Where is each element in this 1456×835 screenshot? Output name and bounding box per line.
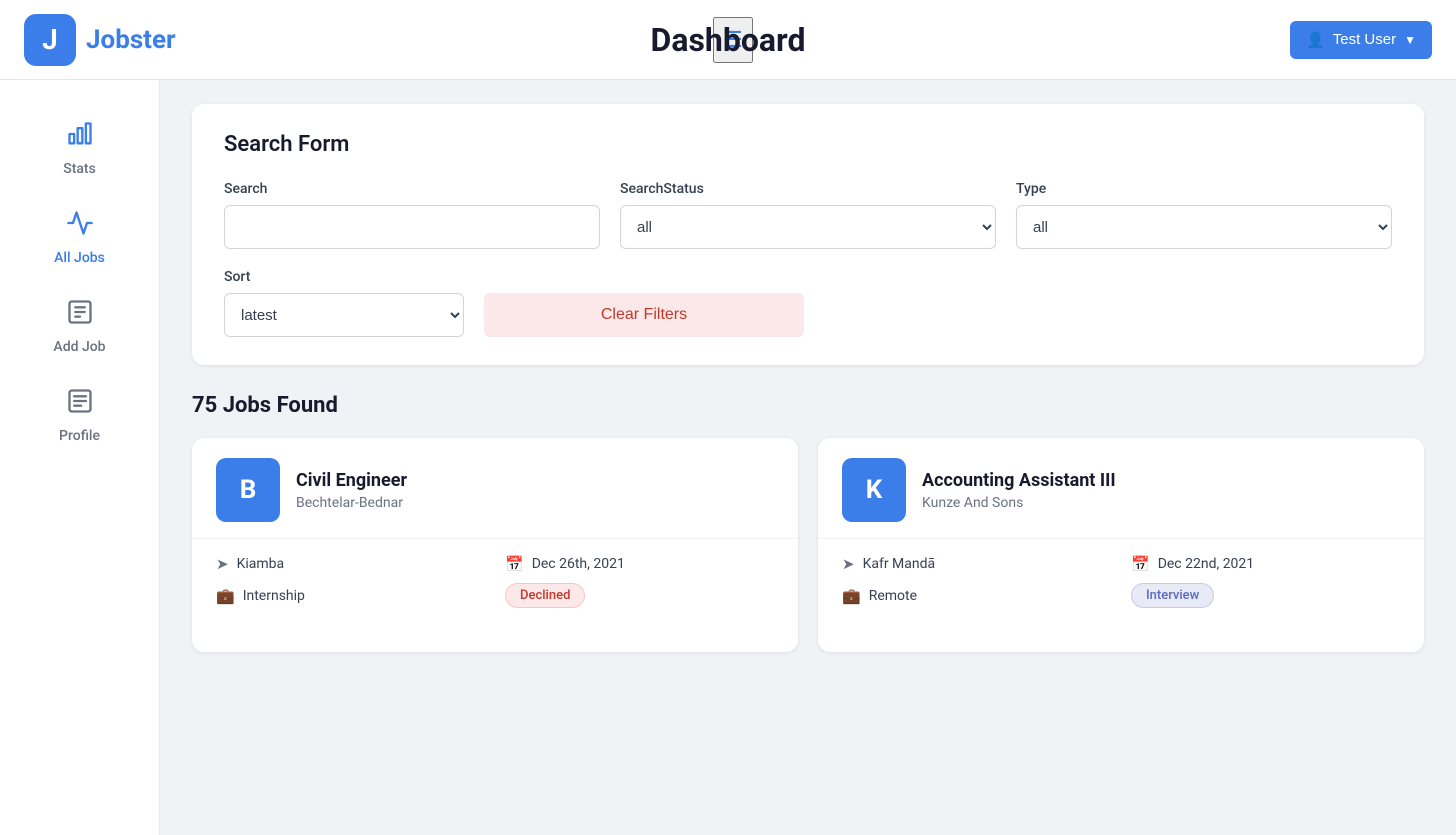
status-group: SearchStatus all pending interview decli… <box>620 181 996 249</box>
chevron-down-icon: ▼ <box>1404 33 1416 47</box>
job-meta: ➤ Kafr Mandā 📅 Dec 22nd, 2021 💼 Remote <box>842 555 1400 608</box>
job-status: Interview <box>1131 583 1400 608</box>
header-right: 👤 Test User ▼ <box>1290 21 1432 59</box>
jobs-grid: B Civil Engineer Bechtelar-Bednar ➤ Kiam… <box>192 438 1424 652</box>
job-type: 💼 Internship <box>216 583 485 608</box>
user-label: Test User <box>1333 31 1396 48</box>
briefcase-icon: 💼 <box>216 587 235 605</box>
sort-label: Sort <box>224 269 464 285</box>
search-label: Search <box>224 181 600 197</box>
sidebar-item-add-job-label: Add Job <box>53 339 105 355</box>
sidebar-item-profile[interactable]: Profile <box>0 371 159 460</box>
job-location: ➤ Kiamba <box>216 555 485 573</box>
job-card-header: B Civil Engineer Bechtelar-Bednar <box>192 438 798 539</box>
sort-group: Sort latest oldest a-z z-a <box>224 269 464 337</box>
job-company: Bechtelar-Bednar <box>296 495 407 511</box>
search-form-card: Search Form Search SearchStatus all pend… <box>192 104 1424 365</box>
page-title: Dashboard <box>651 21 806 59</box>
clear-filters-button[interactable]: Clear Filters <box>484 293 804 337</box>
job-avatar: B <box>216 458 280 522</box>
add-job-icon <box>66 298 94 333</box>
job-date: 📅 Dec 26th, 2021 <box>505 555 774 573</box>
user-icon: 👤 <box>1306 31 1325 49</box>
form-row-sort: Sort latest oldest a-z z-a Clear Filters <box>224 269 1392 337</box>
job-status: Declined <box>505 583 774 608</box>
layout: Stats All Jobs Add Job <box>0 80 1456 835</box>
sidebar-item-add-job[interactable]: Add Job <box>0 282 159 371</box>
job-card-footer <box>818 636 1424 652</box>
job-avatar: K <box>842 458 906 522</box>
status-badge: Declined <box>505 583 585 608</box>
location-icon: ➤ <box>842 555 855 573</box>
sidebar-item-all-jobs-label: All Jobs <box>54 250 105 266</box>
stats-icon <box>66 120 94 155</box>
type-group: Type all full-time part-time remote inte… <box>1016 181 1392 249</box>
calendar-icon: 📅 <box>505 555 524 573</box>
sort-select[interactable]: latest oldest a-z z-a <box>224 293 464 337</box>
user-menu-button[interactable]: 👤 Test User ▼ <box>1290 21 1432 59</box>
search-group: Search <box>224 181 600 249</box>
calendar-icon: 📅 <box>1131 555 1150 573</box>
job-card-body: ➤ Kiamba 📅 Dec 26th, 2021 💼 Internship <box>192 539 798 636</box>
search-form-grid: Search SearchStatus all pending intervie… <box>224 181 1392 249</box>
job-card: K Accounting Assistant III Kunze And Son… <box>818 438 1424 652</box>
main-content: Search Form Search SearchStatus all pend… <box>160 80 1456 835</box>
logo-text: Jobster <box>86 25 176 55</box>
sidebar-item-stats-label: Stats <box>63 161 96 177</box>
profile-icon <box>66 387 94 422</box>
logo[interactable]: J Jobster <box>24 14 176 66</box>
header: J Jobster ☰ Dashboard 👤 Test User ▼ <box>0 0 1456 80</box>
briefcase-icon: 💼 <box>842 587 861 605</box>
logo-icon: J <box>24 14 76 66</box>
search-input[interactable] <box>224 205 600 249</box>
search-form-title: Search Form <box>224 132 1392 157</box>
job-company: Kunze And Sons <box>922 495 1116 511</box>
type-label: Type <box>1016 181 1392 197</box>
sidebar-item-stats[interactable]: Stats <box>0 104 159 193</box>
sidebar-item-all-jobs[interactable]: All Jobs <box>0 193 159 282</box>
status-label: SearchStatus <box>620 181 996 197</box>
status-badge: Interview <box>1131 583 1214 608</box>
job-card-footer <box>192 636 798 652</box>
sidebar: Stats All Jobs Add Job <box>0 80 160 835</box>
job-type: 💼 Remote <box>842 583 1111 608</box>
jobs-found-heading: 75 Jobs Found <box>192 393 1424 418</box>
job-title: Accounting Assistant III <box>922 470 1116 491</box>
sidebar-item-profile-label: Profile <box>59 428 100 444</box>
job-meta: ➤ Kiamba 📅 Dec 26th, 2021 💼 Internship <box>216 555 774 608</box>
job-card-body: ➤ Kafr Mandā 📅 Dec 22nd, 2021 💼 Remote <box>818 539 1424 636</box>
job-title: Civil Engineer <box>296 470 407 491</box>
job-title-block: Accounting Assistant III Kunze And Sons <box>922 470 1116 511</box>
job-date: 📅 Dec 22nd, 2021 <box>1131 555 1400 573</box>
job-card-header: K Accounting Assistant III Kunze And Son… <box>818 438 1424 539</box>
type-select[interactable]: all full-time part-time remote internshi… <box>1016 205 1392 249</box>
job-card: B Civil Engineer Bechtelar-Bednar ➤ Kiam… <box>192 438 798 652</box>
job-title-block: Civil Engineer Bechtelar-Bednar <box>296 470 407 511</box>
job-location: ➤ Kafr Mandā <box>842 555 1111 573</box>
status-select[interactable]: all pending interview declined <box>620 205 996 249</box>
all-jobs-icon <box>66 209 94 244</box>
location-icon: ➤ <box>216 555 229 573</box>
